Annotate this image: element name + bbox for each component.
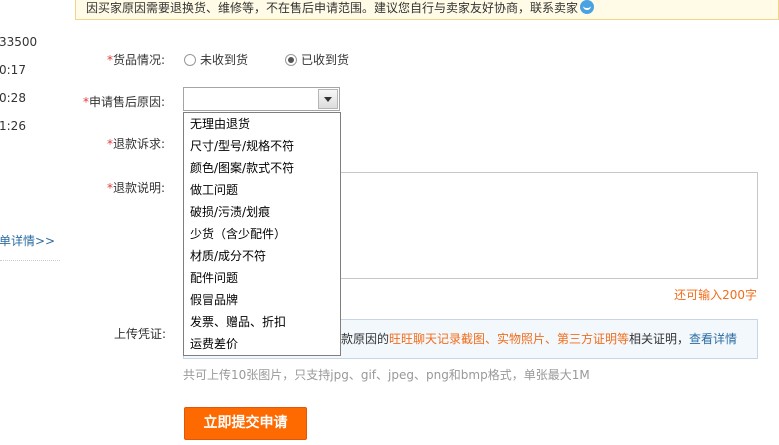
refund-desc-label: *退款说明: <box>107 181 166 195</box>
sidebar-divider <box>0 260 60 262</box>
refund-claim-label: *退款诉求: <box>107 137 166 151</box>
order-detail-link[interactable]: 单详情>> <box>0 232 55 249</box>
goods-status-label: *货品情况: <box>107 53 166 67</box>
dropdown-option[interactable]: 少货（含少配件） <box>184 223 340 245</box>
dropdown-option[interactable]: 做工问题 <box>184 179 340 201</box>
radio-icon[interactable] <box>184 54 196 66</box>
dropdown-option[interactable]: 运费差价 <box>184 333 340 355</box>
notice-text: 因买家原因需要退换货、维修等，不在售后申请范围。建议您自行与卖家友好协商，联系卖… <box>86 1 579 15</box>
dropdown-option[interactable]: 无理由退货 <box>184 113 340 135</box>
dropdown-option[interactable]: 尺寸/型号/规格不符 <box>184 135 340 157</box>
submit-button[interactable]: 立即提交申请 <box>184 407 307 440</box>
radio-checked-icon[interactable] <box>285 54 297 66</box>
radio-received[interactable]: 已收到货 <box>285 51 349 68</box>
sidebar-fragment: 33500 <box>0 35 38 49</box>
radio-not-received[interactable]: 未收到货 <box>184 51 248 68</box>
upload-info: 款原因的旺旺聊天记录截图、实物照片、第三方证明等相关证明，查看详情 <box>341 332 738 346</box>
reason-select[interactable] <box>183 87 340 111</box>
dropdown-option[interactable]: 颜色/图案/款式不符 <box>184 157 340 179</box>
dropdown-option[interactable]: 破损/污渍/划痕 <box>184 201 340 223</box>
contact-seller-icon[interactable] <box>580 0 595 14</box>
upload-hint: 共可上传10张图片，只支持jpg、gif、jpeg、png和bmp格式，单张最大… <box>183 368 590 382</box>
notice-bar: 因买家原因需要退换货、维修等，不在售后申请范围。建议您自行与卖家友好协商，联系卖… <box>75 0 779 20</box>
view-details-link[interactable]: 查看详情 <box>689 332 737 346</box>
upload-label: 上传凭证: <box>114 327 167 341</box>
reason-label: *申请售后原因: <box>83 95 166 109</box>
sidebar-fragment: 0:17 <box>0 63 26 77</box>
reason-dropdown-list[interactable]: 无理由退货 尺寸/型号/规格不符 颜色/图案/款式不符 做工问题 破损/污渍/划… <box>183 112 341 356</box>
dropdown-option[interactable]: 假冒品牌 <box>184 289 340 311</box>
sidebar-fragment: 0:28 <box>0 91 26 105</box>
dropdown-option[interactable]: 配件问题 <box>184 267 340 289</box>
dropdown-option[interactable]: 发票、赠品、折扣 <box>184 311 340 333</box>
dropdown-option[interactable]: 材质/成分不符 <box>184 245 340 267</box>
remaining-chars: 还可输入200字 <box>674 288 757 302</box>
chevron-down-icon[interactable] <box>318 89 338 109</box>
sidebar-fragment: 1:26 <box>0 119 26 133</box>
